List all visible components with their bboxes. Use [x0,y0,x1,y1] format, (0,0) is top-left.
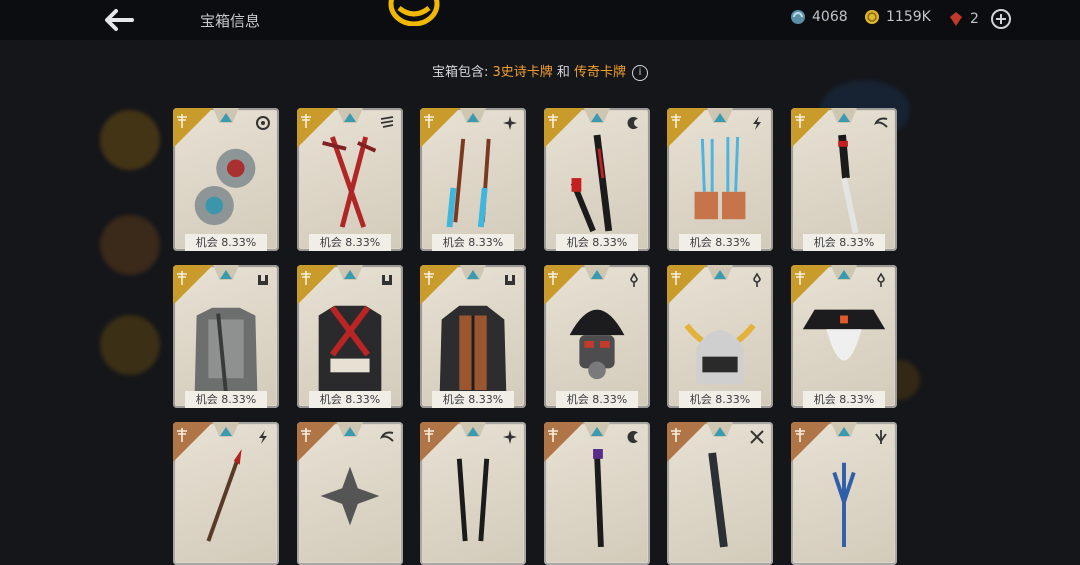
chest-contents-info: 宝箱包含: 3史诗卡牌 和 传奇卡牌 i [0,61,1080,81]
background-glow [100,110,160,170]
item-card[interactable]: 机会 8.33% [173,108,279,251]
chance-label: 机会 8.33% [556,391,638,408]
rarity-triangle-icon [838,270,850,279]
rarity-triangle-icon [467,427,479,436]
epic-cards-text: 3史诗卡牌 [492,65,553,80]
chance-label: 机会 8.33% [803,234,885,251]
straw-hat-mask-item [802,309,886,361]
chance-label: 机会 8.33% [679,391,761,408]
blue-kunai-item [446,138,491,228]
top-bar: 宝箱信息 4068 1159K 2 [0,0,1080,40]
chance-label: 机会 8.33% [185,234,267,251]
item-card[interactable]: 机会 8.33% [791,108,897,251]
chance-label: 机会 8.33% [556,234,638,251]
item-card[interactable] [791,422,897,565]
dark-blade-item [708,452,728,548]
gem-counter: 2 [948,9,1011,29]
karma-icon [791,10,805,24]
brown-robe-item [439,305,507,394]
item-card[interactable]: 机会 8.33% [420,108,526,251]
rarity-triangle-icon [467,113,479,122]
rarity-triangle-icon [714,270,726,279]
gem-icon [950,12,962,26]
rarity-triangle-icon [714,113,726,122]
gem-value: 2 [970,11,979,27]
samurai-helmet-item [684,323,756,385]
shuriken-item [320,466,380,526]
item-card[interactable]: 机会 8.33% [667,108,773,251]
item-card[interactable]: 机会 8.33% [297,265,403,408]
rarity-triangle-icon [714,427,726,436]
karma-counter: 4068 [790,9,848,25]
claw-gauntlets-item [694,136,746,220]
background-glow [100,215,160,275]
rarity-triangle-icon [344,427,356,436]
rarity-triangle-icon [838,113,850,122]
red-katana-item [570,134,613,233]
dagger-item [838,134,859,234]
item-card[interactable]: 机会 8.33% [544,108,650,251]
item-card[interactable] [544,422,650,565]
page-title: 宝箱信息 [200,12,261,30]
trident-item [832,462,856,547]
karma-value: 4068 [812,9,848,25]
item-card[interactable]: 机会 8.33% [420,265,526,408]
rarity-triangle-icon [591,427,603,436]
red-sai-item [322,136,377,228]
rarity-triangle-icon [838,427,850,436]
rarity-triangle-icon [467,270,479,279]
item-card[interactable]: 机会 8.33% [297,108,403,251]
background-glow [100,315,160,375]
rarity-triangle-icon [220,113,232,122]
red-black-armor-item [318,305,382,394]
chance-label: 机会 8.33% [432,391,514,408]
item-card[interactable] [173,422,279,565]
spear-item [206,449,242,542]
add-gems-button[interactable] [990,9,1011,29]
item-card[interactable] [667,422,773,565]
item-card[interactable]: 机会 8.33% [667,265,773,408]
chance-label: 机会 8.33% [679,234,761,251]
twin-blades-item [194,148,256,226]
rarity-triangle-icon [220,427,232,436]
item-card[interactable]: 机会 8.33% [544,265,650,408]
item-card[interactable]: 机会 8.33% [173,265,279,408]
clan-logo-icon [388,0,440,26]
rarity-triangle-icon [591,270,603,279]
coin-value: 1159K [886,9,931,25]
rarity-triangle-icon [220,270,232,279]
grey-armor-item [194,307,258,395]
info-icon[interactable]: i [632,64,649,81]
item-card[interactable] [420,422,526,565]
coin-icon [865,10,879,24]
rarity-triangle-icon [344,113,356,122]
chance-label: 机会 8.33% [432,234,514,251]
chance-label: 机会 8.33% [309,234,391,251]
chance-label: 机会 8.33% [803,391,885,408]
staff-item [593,449,604,548]
gas-mask-helmet-item [569,309,625,380]
back-arrow-icon[interactable] [98,4,138,36]
chance-label: 机会 8.33% [185,391,267,408]
contents-prefix: 宝箱包含: [431,65,493,80]
chance-label: 机会 8.33% [309,391,391,408]
twin-daggers-item [456,458,490,542]
rarity-triangle-icon [344,270,356,279]
rarity-triangle-icon [591,113,603,122]
item-card[interactable] [297,422,403,565]
coin-counter: 1159K [864,9,931,25]
contents-joiner: 和 [552,65,575,80]
item-card[interactable]: 机会 8.33% [791,265,897,408]
legend-cards-text: 传奇卡牌 [574,65,627,80]
